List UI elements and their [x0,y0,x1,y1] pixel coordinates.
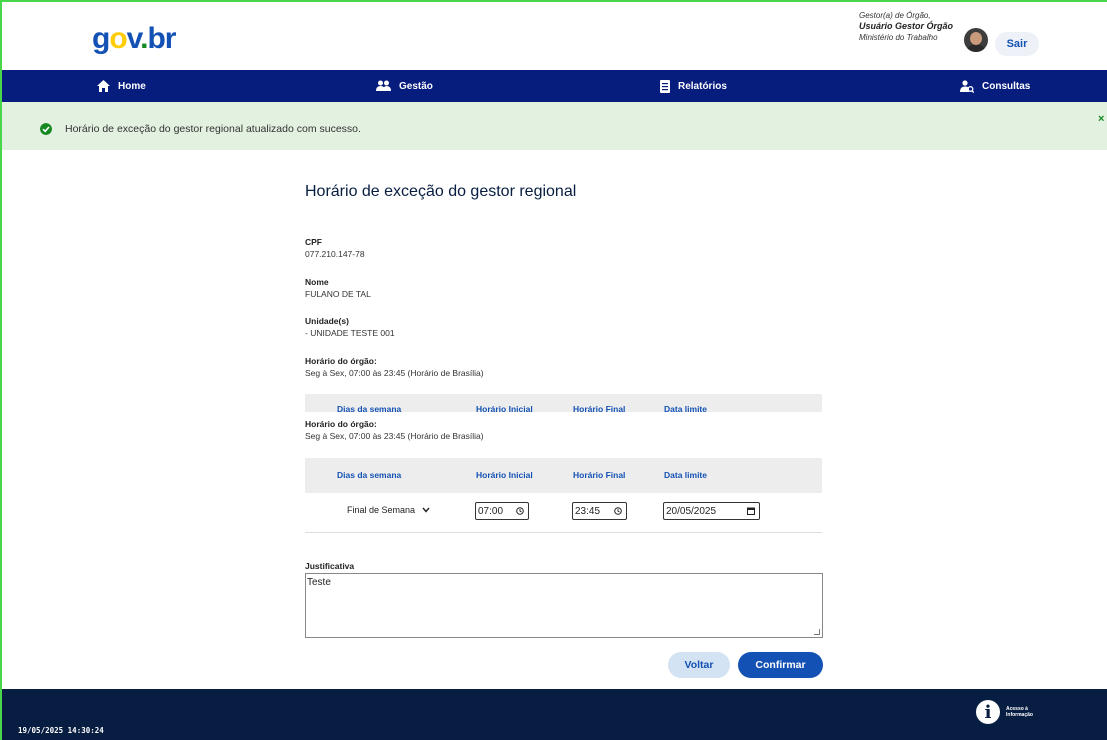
clock-icon [516,507,524,515]
nome-label: Nome [305,277,329,287]
nav-item-label: Home [118,80,146,92]
acesso-informacao-link[interactable]: i Acesso à Informação [976,700,1036,724]
clock-icon [614,507,622,515]
col-inicio: Horário Inicial [476,404,533,412]
alert-message: Horário de exceção do gestor regional at… [65,123,361,135]
horario-inicial-input[interactable]: 07:00 [475,502,529,520]
govbr-logo[interactable]: gov.br [92,22,176,56]
resize-handle[interactable] [814,629,820,635]
justificativa-label: Justificativa [305,561,355,571]
search-user-icon [960,79,974,93]
unidades-field: Unidade(s) - UNIDADE TESTE 001 [305,316,395,338]
horario-orgao-field: Horário do órgão: Seg à Sex, 07:00 às 23… [305,356,484,378]
success-alert: Horário de exceção do gestor regional at… [2,102,1107,150]
dias-semana-value: Final de Semana [347,505,416,515]
calendar-icon [747,507,755,515]
user-name: Usuário Gestor Órgão [859,21,954,31]
data-limite-value: 20/05/2025 [666,505,717,517]
check-circle-icon [40,123,52,135]
nav-item-label: Consultas [982,80,1031,92]
avatar-body [966,44,986,52]
nav-item-label: Gestão [399,80,433,92]
cpf-field: CPF 077.210.147-78 [305,237,365,259]
col-dias: Dias da semana [337,470,402,480]
table-header: Dias da semana Horário Inicial Horário F… [305,458,822,493]
nome-field: Nome FULANO DE TAL [305,277,371,299]
col-inicio: Horário Inicial [476,470,533,480]
data-limite-input[interactable]: 20/05/2025 [663,502,760,520]
timestamp: 19/05/2025 14:30:24 [18,726,104,735]
logo-letter-g: g [92,22,110,55]
col-data: Data limite [664,404,707,412]
nav-item-label: Relatórios [678,80,727,92]
logo-br: br [147,22,176,55]
horario-final-value: 23:45 [575,505,601,517]
horario-value: Seg à Sex, 07:00 às 23:45 (Horário de Br… [305,431,484,441]
horario-value: Seg à Sex, 07:00 às 23:45 (Horário de Br… [305,368,484,378]
horario-final-input[interactable]: 23:45 [572,502,627,520]
footer: i Acesso à Informação 19/05/2025 14:30:2… [2,689,1107,740]
horario-label: Horário do órgão: [305,419,377,429]
logo-letter-o: o [109,22,127,55]
logout-button[interactable]: Sair [995,32,1039,56]
avatar-face [970,32,982,45]
chevron-down-icon [422,507,430,513]
table-row: Final de Semana 07:00 23:45 20/05/2025 [305,493,822,533]
page-title: Horário de exceção do gestor regional [305,183,577,200]
header: gov.br Gestor(a) de Órgão, Usuário Gesto… [2,2,1107,70]
col-fim: Horário Final [573,470,626,480]
horario-label: Horário do órgão: [305,356,377,366]
user-role: Gestor(a) de Órgão, [859,11,931,20]
col-fim: Horário Final [573,404,626,412]
nome-value: FULANO DE TAL [305,289,371,299]
nav-item-home[interactable]: Home [97,70,146,102]
unidades-value: - UNIDADE TESTE 001 [305,328,395,338]
acesso-informacao-label: Acesso à Informação [1006,706,1036,718]
main-nav: Home Gestão Relatórios Consultas [2,70,1107,102]
horario-orgao-field-2: Horário do órgão: Seg à Sex, 07:00 às 23… [305,419,484,441]
table-header-clipped: Dias da semana Horário Inicial Horário F… [305,394,822,412]
document-icon [660,79,670,93]
close-icon[interactable]: × [1098,113,1104,125]
col-data: Data limite [664,470,707,480]
users-icon [376,80,391,91]
cpf-value: 077.210.147-78 [305,249,365,259]
acesso-line-2: Informação [1006,712,1033,718]
unidades-label: Unidade(s) [305,316,349,326]
nav-item-gestao[interactable]: Gestão [376,70,433,102]
confirmar-button[interactable]: Confirmar [738,652,823,678]
col-dias: Dias da semana [337,404,402,412]
avatar[interactable] [964,28,988,52]
info-icon: i [976,700,1000,724]
voltar-button[interactable]: Voltar [668,652,730,678]
cpf-label: CPF [305,237,322,247]
dias-semana-select[interactable]: Final de Semana [347,505,430,515]
justificativa-textarea[interactable]: Teste [305,573,823,638]
horario-inicial-value: 07:00 [478,505,504,517]
user-org: Ministério do Trabalho [859,33,938,42]
home-icon [97,80,110,92]
nav-item-consultas[interactable]: Consultas [960,70,1030,102]
nav-item-relatorios[interactable]: Relatórios [660,70,727,102]
user-info: Gestor(a) de Órgão, Usuário Gestor Órgão… [859,10,953,43]
logo-letter-v: v [126,22,142,55]
justificativa-value: Teste [307,577,331,588]
